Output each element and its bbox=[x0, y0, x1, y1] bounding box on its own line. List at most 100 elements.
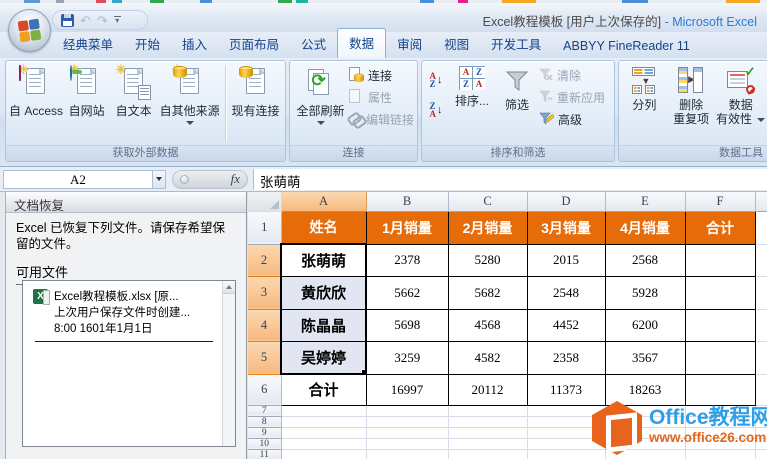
advanced-filter-button[interactable]: 高级 bbox=[539, 110, 611, 128]
tab-classic-menu[interactable]: 经典菜单 bbox=[52, 30, 124, 58]
row-header-5[interactable]: 5 bbox=[248, 341, 281, 374]
tab-home[interactable]: 开始 bbox=[124, 30, 171, 58]
from-text-button[interactable]: ✳ 自文本 bbox=[110, 63, 157, 145]
cell-C1[interactable]: 2月销量 bbox=[448, 211, 527, 244]
row-header-9[interactable]: 9 bbox=[248, 427, 281, 438]
tab-page-layout[interactable]: 页面布局 bbox=[218, 30, 290, 58]
row-header-2[interactable]: 2 bbox=[248, 244, 281, 276]
cell-E3[interactable]: 5928 bbox=[605, 276, 685, 309]
properties-button[interactable]: 属性 bbox=[348, 88, 414, 106]
tab-formulas[interactable]: 公式 bbox=[290, 30, 337, 58]
cell[interactable] bbox=[281, 438, 366, 449]
name-box[interactable]: A2 bbox=[3, 170, 153, 189]
insert-function-button[interactable]: fx bbox=[231, 171, 240, 187]
filter-button[interactable]: 筛选 bbox=[495, 63, 539, 145]
cell[interactable] bbox=[366, 449, 448, 459]
cell-F3[interactable] bbox=[685, 276, 755, 309]
fill-handle[interactable] bbox=[361, 369, 366, 374]
cell-G5[interactable] bbox=[755, 341, 767, 374]
data-validation-button[interactable]: ✓ 数据 有效性 bbox=[715, 63, 766, 145]
row-header-1[interactable]: 1 bbox=[248, 211, 281, 244]
cell-G1[interactable] bbox=[755, 211, 767, 244]
cell-A5[interactable]: 吴婷婷 bbox=[281, 341, 366, 374]
cell-E5[interactable]: 3567 bbox=[605, 341, 685, 374]
cell[interactable] bbox=[281, 449, 366, 459]
cell[interactable] bbox=[366, 427, 448, 438]
col-header-A[interactable]: A bbox=[281, 192, 366, 211]
redo-icon[interactable]: ↷ bbox=[97, 14, 108, 27]
sort-ascending-button[interactable]: AZ↓ bbox=[425, 69, 447, 91]
cell[interactable] bbox=[281, 427, 366, 438]
cell-C2[interactable]: 5280 bbox=[448, 244, 527, 276]
cell-D1[interactable]: 3月销量 bbox=[527, 211, 605, 244]
cell[interactable] bbox=[366, 438, 448, 449]
undo-icon[interactable]: ↶ bbox=[80, 14, 91, 27]
tab-insert[interactable]: 插入 bbox=[171, 30, 218, 58]
cell-F4[interactable] bbox=[685, 309, 755, 341]
select-all-corner[interactable] bbox=[248, 192, 281, 211]
connections-button[interactable]: 连接 bbox=[348, 66, 414, 84]
recovered-file-item[interactable]: X Excel教程模板.xlsx [原... 上次用户保存文件时创建... 8:… bbox=[23, 281, 235, 337]
cell[interactable] bbox=[366, 405, 448, 416]
cell-B6[interactable]: 16997 bbox=[366, 374, 448, 405]
customize-qat-icon[interactable]: ▾ bbox=[114, 16, 121, 24]
cell-G4[interactable] bbox=[755, 309, 767, 341]
cell[interactable] bbox=[281, 405, 366, 416]
save-icon[interactable] bbox=[61, 14, 74, 27]
cell-D5[interactable]: 2358 bbox=[527, 341, 605, 374]
cell-F5[interactable] bbox=[685, 341, 755, 374]
cell-A3[interactable]: 黄欣欣 bbox=[281, 276, 366, 309]
cell-A1[interactable]: 姓名 bbox=[281, 211, 366, 244]
cell-B1[interactable]: 1月销量 bbox=[366, 211, 448, 244]
formula-input[interactable]: 张萌萌 bbox=[253, 169, 767, 190]
cell-C6[interactable]: 20112 bbox=[448, 374, 527, 405]
tab-view[interactable]: 视图 bbox=[433, 30, 480, 58]
cell-C4[interactable]: 4568 bbox=[448, 309, 527, 341]
cell[interactable] bbox=[448, 405, 527, 416]
cell-D3[interactable]: 2548 bbox=[527, 276, 605, 309]
from-access-button[interactable]: ✳ 自 Access bbox=[9, 63, 63, 145]
sort-descending-button[interactable]: ZA↓ bbox=[425, 99, 447, 121]
cell-F2[interactable] bbox=[685, 244, 755, 276]
col-header-D[interactable]: D bbox=[527, 192, 605, 211]
tab-review[interactable]: 审阅 bbox=[386, 30, 433, 58]
cell-C3[interactable]: 5682 bbox=[448, 276, 527, 309]
text-to-columns-button[interactable]: ▼ 分列 bbox=[622, 63, 667, 145]
cell-A4[interactable]: 陈晶晶 bbox=[281, 309, 366, 341]
from-other-sources-button[interactable]: ✳ 自其他来源 bbox=[157, 63, 222, 145]
cell-G3[interactable] bbox=[755, 276, 767, 309]
remove-duplicates-button[interactable]: ▶ 删除 重复项 bbox=[667, 63, 716, 145]
cell-A6[interactable]: 合计 bbox=[281, 374, 366, 405]
cell-D4[interactable]: 4452 bbox=[527, 309, 605, 341]
cell-D2[interactable]: 2015 bbox=[527, 244, 605, 276]
tab-data[interactable]: 数据 bbox=[337, 28, 386, 58]
cell-B4[interactable]: 5698 bbox=[366, 309, 448, 341]
reapply-filter-button[interactable]: 重新应用 bbox=[539, 88, 611, 106]
cell-B3[interactable]: 5662 bbox=[366, 276, 448, 309]
cell[interactable] bbox=[281, 416, 366, 427]
from-web-button[interactable]: ✳ 自网站 bbox=[63, 63, 110, 145]
name-box-dropdown[interactable] bbox=[153, 170, 166, 189]
cell[interactable] bbox=[366, 416, 448, 427]
edit-links-button[interactable]: 编辑链接 bbox=[348, 110, 414, 128]
row-header-10[interactable]: 10 bbox=[248, 438, 281, 449]
cell-E4[interactable]: 6200 bbox=[605, 309, 685, 341]
cell[interactable] bbox=[448, 416, 527, 427]
row-header-11[interactable]: 11 bbox=[248, 449, 281, 459]
cell-B5[interactable]: 3259 bbox=[366, 341, 448, 374]
col-header-F[interactable]: F bbox=[685, 192, 755, 211]
cell-B2[interactable]: 2378 bbox=[366, 244, 448, 276]
col-header-E[interactable]: E bbox=[605, 192, 685, 211]
row-header-7[interactable]: 7 bbox=[248, 405, 281, 416]
cell-E2[interactable]: 2568 bbox=[605, 244, 685, 276]
col-header-B[interactable]: B bbox=[366, 192, 448, 211]
scroll-up-button[interactable] bbox=[223, 281, 235, 294]
sort-button[interactable]: AZZA 排序... bbox=[449, 63, 495, 145]
col-header-G[interactable] bbox=[755, 192, 767, 211]
refresh-all-button[interactable]: ⟳ 全部刷新 bbox=[293, 63, 348, 145]
tab-developer[interactable]: 开发工具 bbox=[480, 30, 552, 58]
existing-connections-button[interactable]: 现有连接 bbox=[229, 63, 282, 145]
cell-F1[interactable]: 合计 bbox=[685, 211, 755, 244]
cell[interactable] bbox=[448, 449, 527, 459]
row-header-3[interactable]: 3 bbox=[248, 276, 281, 309]
